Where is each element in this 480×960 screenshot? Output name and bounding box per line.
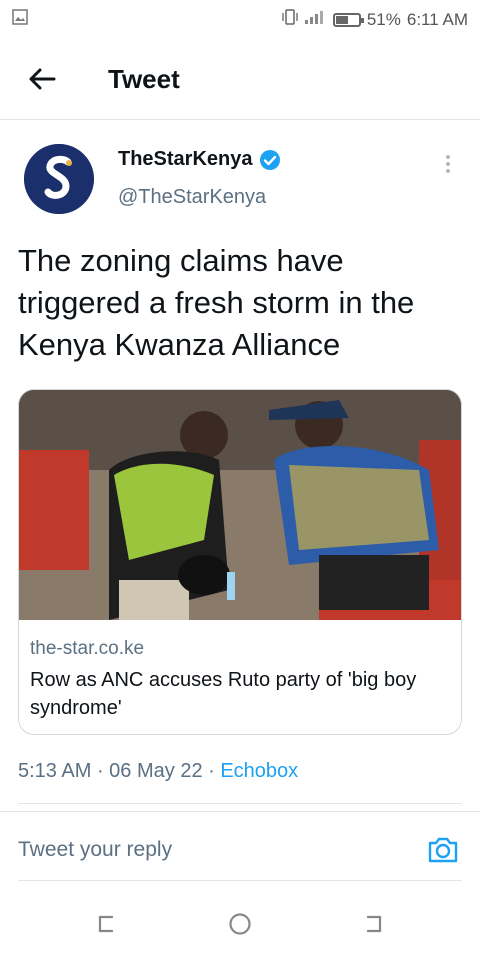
- verified-badge-icon: [259, 149, 281, 171]
- vibrate-icon: [281, 8, 299, 31]
- back-arrow-icon[interactable]: [24, 64, 60, 94]
- avatar[interactable]: [24, 144, 94, 214]
- battery-icon: [332, 12, 364, 27]
- camera-icon[interactable]: [426, 833, 460, 867]
- system-nav-bar: [0, 905, 480, 945]
- card-title: Row as ANC accuses Ruto party of 'big bo…: [30, 669, 417, 719]
- image-notification-icon: [12, 9, 28, 30]
- status-bar: 51% 6:11 AM: [0, 0, 480, 36]
- page-title: Tweet: [108, 64, 180, 94]
- divider: [0, 119, 480, 120]
- meta-separator: ·: [91, 760, 110, 782]
- reply-input[interactable]: Tweet your reply: [18, 838, 172, 862]
- tweet-time: 5:13 AM: [18, 760, 92, 782]
- tweet-source-link[interactable]: Echobox: [220, 760, 298, 782]
- display-name[interactable]: TheStarKenya: [118, 148, 253, 171]
- back-icon[interactable]: [360, 911, 386, 937]
- divider: [0, 811, 480, 812]
- header: Tweet: [0, 50, 480, 110]
- tweet-date: 06 May 22: [109, 760, 203, 782]
- divider: [18, 880, 462, 881]
- divider: [18, 803, 462, 804]
- tweet-meta: 5:13 AM · 06 May 22 · Echobox: [18, 760, 298, 783]
- meta-separator: ·: [202, 760, 221, 782]
- card-domain: the-star.co.ke: [30, 638, 145, 659]
- home-icon[interactable]: [227, 911, 253, 937]
- tweet-text: The zoning claims have triggered a fresh…: [18, 243, 415, 362]
- recents-icon[interactable]: [94, 911, 120, 937]
- link-card[interactable]: the-star.co.ke Row as ANC accuses Ruto p…: [18, 389, 462, 735]
- clock: 6:11 AM: [406, 9, 468, 29]
- user-handle[interactable]: @TheStarKenya: [118, 186, 266, 209]
- card-image: [19, 390, 461, 620]
- battery-percent: 51%: [366, 9, 401, 29]
- more-options-icon[interactable]: [440, 152, 456, 173]
- signal-icon: [303, 8, 325, 31]
